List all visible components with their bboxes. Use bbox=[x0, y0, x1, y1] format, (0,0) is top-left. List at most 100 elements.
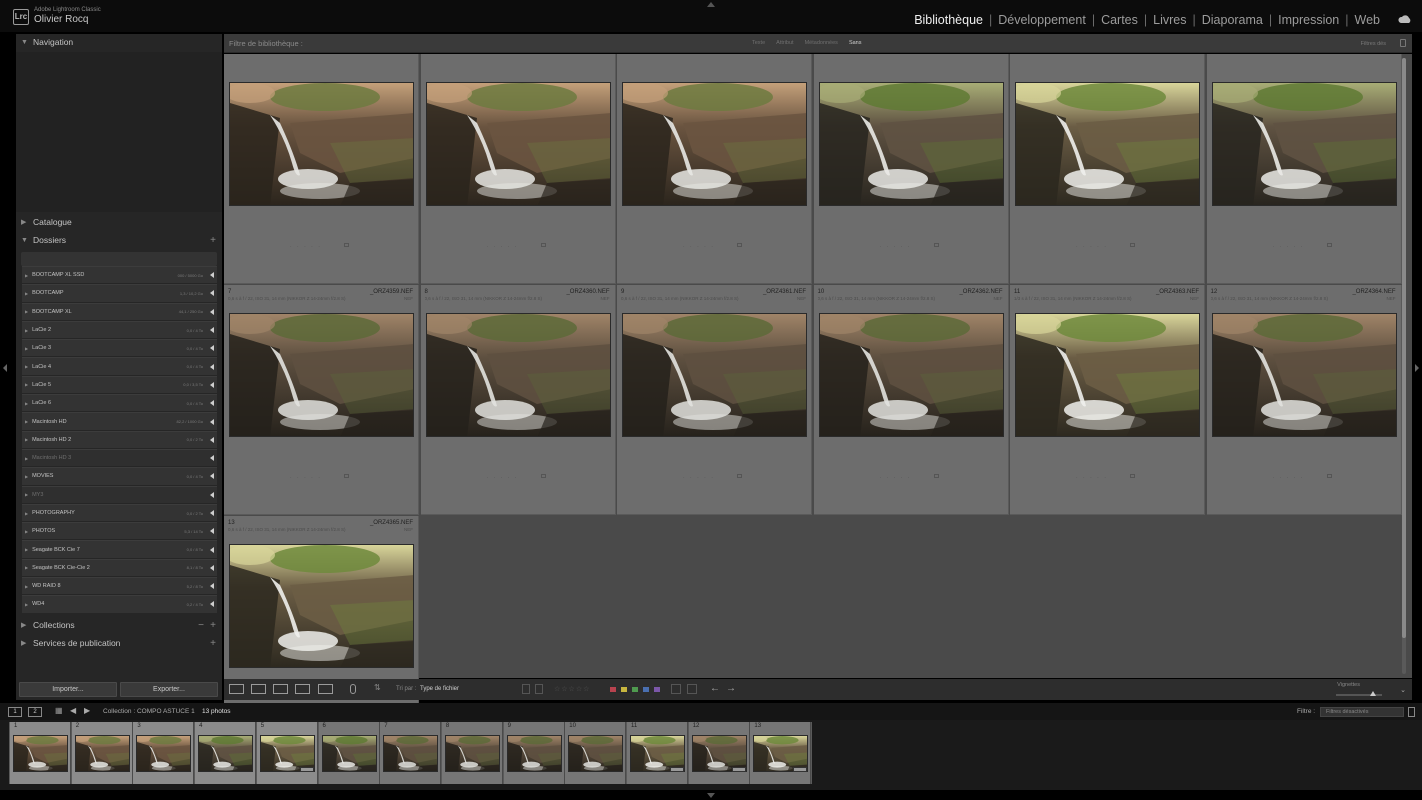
folder-row[interactable]: ▶ BOOTCAMP XL SSD 000 / 5000 Go bbox=[22, 266, 217, 284]
photo-cell[interactable]: · · · · · bbox=[420, 54, 616, 284]
disclosure-triangle-icon[interactable]: ▶ bbox=[25, 565, 28, 570]
add-collection-icon[interactable]: + bbox=[210, 620, 216, 631]
rating-dots[interactable]: · · · · · bbox=[1273, 475, 1305, 481]
flag-icon[interactable] bbox=[1326, 474, 1332, 478]
photo-cell[interactable]: 9 _ORZ4361.NEF 0,6 s à f / 22, ISO 31, 14 … bbox=[617, 285, 812, 515]
filmstrip-item[interactable]: 5 bbox=[256, 722, 318, 784]
folder-row[interactable]: ▶ LaCie 2 0,0 / 4 To bbox=[22, 320, 217, 339]
navigation-arrows[interactable]: ←→ bbox=[710, 683, 742, 694]
rating-dots[interactable]: · · · · · bbox=[1273, 244, 1305, 250]
disclosure-triangle-icon[interactable]: ▶ bbox=[25, 382, 28, 387]
module-4[interactable]: Diaporama bbox=[1202, 13, 1263, 27]
loupe-view-icon[interactable] bbox=[251, 684, 266, 694]
filmstrip-item[interactable]: 3 bbox=[133, 722, 195, 784]
grid-icon[interactable]: ▦ bbox=[55, 706, 63, 715]
flag-icon[interactable] bbox=[344, 243, 349, 247]
rating-dots[interactable]: · · · · · bbox=[880, 475, 912, 481]
publish-services-header[interactable]: ▶ Services de publication + bbox=[16, 635, 222, 651]
folder-row[interactable]: ▶ Seagate BCK Cie 7 0,0 / 8 To bbox=[22, 540, 217, 558]
filter-tab-1[interactable]: Attribut bbox=[776, 40, 793, 46]
filmstrip-item[interactable]: 11 bbox=[627, 722, 688, 784]
filmstrip-item[interactable]: 9 bbox=[503, 722, 565, 784]
dossiers-header[interactable]: ▼ Dossiers + bbox=[16, 232, 222, 248]
color-label-4[interactable] bbox=[654, 687, 660, 692]
folder-search-field[interactable] bbox=[21, 252, 217, 266]
photo-cell[interactable]: · · · · · bbox=[1206, 54, 1402, 284]
photo-thumbnail[interactable] bbox=[425, 313, 611, 437]
flag-icon[interactable] bbox=[1130, 243, 1135, 247]
filmstrip-item[interactable]: 10 bbox=[565, 722, 627, 784]
back-arrow-icon[interactable]: ◀ bbox=[70, 706, 76, 715]
filmstrip-thumbnail[interactable] bbox=[383, 735, 439, 772]
filter-preset-select[interactable]: Filtres dés bbox=[1361, 41, 1386, 47]
photo-cell[interactable]: · · · · · bbox=[224, 54, 419, 284]
disclosure-triangle-icon[interactable]: ▶ bbox=[25, 492, 28, 497]
photo-cell[interactable]: 8 _ORZ4360.NEF 0,6 s à f / 22, ISO 31, 14 … bbox=[420, 285, 616, 515]
rotate-right-icon[interactable] bbox=[687, 684, 697, 694]
import-button[interactable]: Importer... bbox=[19, 682, 117, 697]
spray-can-icon[interactable] bbox=[350, 684, 356, 694]
filmstrip-thumbnail[interactable] bbox=[198, 735, 254, 772]
collections-header[interactable]: ▶ Collections − + bbox=[16, 617, 222, 633]
color-label-3[interactable] bbox=[643, 687, 649, 692]
lock-icon[interactable] bbox=[1400, 39, 1406, 47]
sort-select[interactable]: Type de fichier bbox=[420, 686, 459, 692]
disclosure-triangle-icon[interactable]: ▶ bbox=[25, 401, 28, 406]
disclosure-triangle-icon[interactable]: ▶ bbox=[25, 419, 28, 424]
folder-row[interactable]: ▶ LaCie 3 0,0 / 4 To bbox=[22, 339, 217, 357]
rotate-left-icon[interactable] bbox=[671, 684, 681, 694]
flag-reject-icon[interactable] bbox=[535, 684, 543, 694]
filmstrip-item[interactable]: 6 bbox=[318, 722, 380, 784]
rating-dots[interactable]: · · · · · bbox=[290, 475, 322, 481]
rating-dots[interactable]: · · · · · bbox=[880, 244, 912, 250]
export-button[interactable]: Exporter... bbox=[120, 682, 218, 697]
rating-dots[interactable]: · · · · · bbox=[1076, 475, 1108, 481]
flag-pick-icon[interactable] bbox=[522, 684, 530, 694]
photo-thumbnail[interactable] bbox=[425, 82, 611, 206]
collapse-bottom-panel-icon[interactable] bbox=[707, 793, 715, 798]
filmstrip-item[interactable]: 8 bbox=[441, 722, 503, 784]
disclosure-triangle-icon[interactable]: ▶ bbox=[25, 547, 28, 552]
folder-row[interactable]: ▶ PHOTOGRAPHY 0,0 / 2 To bbox=[22, 503, 217, 522]
folder-row[interactable]: ▶ LaCie 5 0,0 / 3,5 To bbox=[22, 375, 217, 394]
disclosure-triangle-icon[interactable]: ▶ bbox=[25, 328, 28, 333]
photo-thumbnail[interactable] bbox=[229, 313, 414, 437]
photo-cell[interactable]: · · · · · bbox=[813, 54, 1009, 284]
folder-row[interactable]: ▶ MOVIES 0,0 / 4 To bbox=[22, 467, 217, 485]
photo-thumbnail[interactable] bbox=[818, 82, 1004, 206]
color-label-2[interactable] bbox=[632, 687, 638, 692]
flag-icon[interactable] bbox=[933, 243, 939, 247]
photo-cell[interactable]: 7 _ORZ4359.NEF 0,6 s à f / 22, ISO 31, 14 … bbox=[224, 285, 419, 515]
flag-icon[interactable] bbox=[540, 243, 546, 247]
disclosure-triangle-icon[interactable]: ▶ bbox=[25, 364, 28, 369]
module-5[interactable]: Impression bbox=[1278, 13, 1339, 27]
folder-row[interactable]: ▶ Macintosh HD 3 bbox=[22, 448, 217, 467]
catalogue-header[interactable]: ▶ Catalogue bbox=[16, 214, 222, 230]
folder-row[interactable]: ▶ Macintosh HD 82,2 / 1000 Go bbox=[22, 412, 217, 430]
disclosure-triangle-icon[interactable]: ▶ bbox=[25, 474, 28, 479]
rating-dots[interactable]: · · · · · bbox=[1076, 244, 1108, 250]
collapse-right-panel-icon[interactable] bbox=[1415, 364, 1419, 372]
filmstrip-item[interactable]: 12 bbox=[688, 722, 750, 784]
folder-row[interactable]: ▶ MY3 bbox=[22, 485, 217, 503]
flag-icon[interactable] bbox=[737, 474, 742, 478]
filter-tab-3[interactable]: Sans bbox=[849, 40, 862, 46]
rating-dots[interactable]: · · · · · bbox=[290, 244, 322, 250]
photo-thumbnail[interactable] bbox=[229, 544, 414, 668]
flag-icon[interactable] bbox=[1326, 243, 1332, 247]
remove-collection-icon[interactable]: − bbox=[198, 620, 204, 631]
filmstrip-thumbnail[interactable] bbox=[568, 735, 624, 772]
filmstrip-thumbnail[interactable] bbox=[321, 735, 377, 772]
filmstrip-thumbnail[interactable] bbox=[74, 735, 130, 772]
module-6[interactable]: Web bbox=[1355, 13, 1380, 27]
rating-stars[interactable]: ☆☆☆☆☆ bbox=[554, 685, 590, 693]
filmstrip-thumbnail[interactable] bbox=[136, 735, 192, 772]
main-window-button[interactable]: 1 bbox=[8, 707, 22, 717]
photo-cell[interactable]: · · · · · bbox=[1010, 54, 1205, 284]
sort-direction-icon[interactable]: ⇅ bbox=[374, 683, 386, 693]
photo-thumbnail[interactable] bbox=[229, 82, 414, 206]
filmstrip-item[interactable]: 2 bbox=[71, 722, 133, 784]
cloud-icon[interactable] bbox=[1398, 15, 1412, 24]
filmstrip-thumbnail[interactable] bbox=[444, 735, 500, 772]
color-label-1[interactable] bbox=[621, 687, 627, 692]
